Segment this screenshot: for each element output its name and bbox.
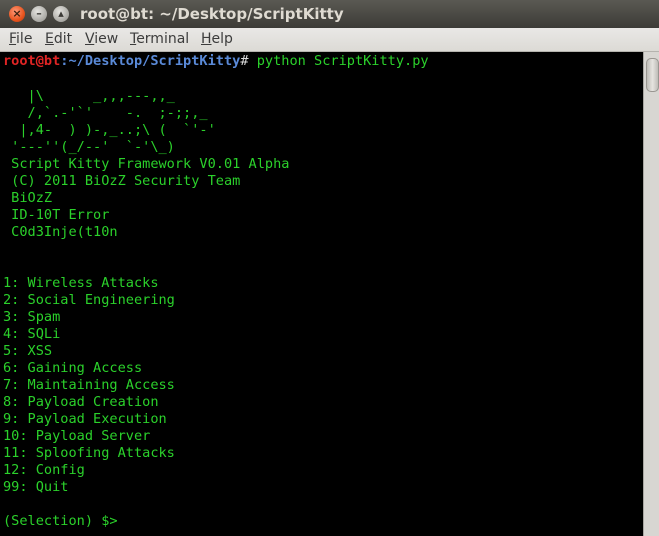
prompt-symbol: # [240, 53, 249, 69]
menu-terminal[interactable]: Terminal [130, 31, 189, 47]
menu-option: 9: Payload Execution [3, 411, 167, 427]
menu-option: 7: Maintaining Access [3, 377, 175, 393]
window-title: root@bt: ~/Desktop/ScriptKitty [80, 5, 344, 23]
command-text: python ScriptKitty.py [248, 53, 429, 69]
command-line: root@bt:~/Desktop/ScriptKitty# python Sc… [3, 53, 429, 70]
menu-file[interactable]: File [9, 31, 32, 47]
maximize-icon[interactable]: ▴ [53, 6, 69, 22]
menu-option: 10: Payload Server [3, 428, 151, 444]
banner-line: |\ _,,,---,,_ [3, 88, 175, 104]
banner-line: ID-10T Error [3, 207, 110, 223]
minimize-icon[interactable]: – [31, 6, 47, 22]
menu-option: 8: Payload Creation [3, 394, 159, 410]
banner-line: BiOzZ [3, 190, 53, 206]
banner-line: (C) 2011 BiOzZ Security Team [3, 173, 241, 189]
banner-line: Script Kitty Framework V0.01 Alpha [3, 156, 290, 172]
menu-option: 6: Gaining Access [3, 360, 143, 376]
menu-option: 99: Quit [3, 479, 69, 495]
prompt-path: :~/Desktop/ScriptKitty [60, 53, 241, 69]
menu-option: 1: Wireless Attacks [3, 275, 159, 291]
menu-bar: File Edit View Terminal Help [0, 28, 659, 52]
banner-line: C0d3Inje(t10n [3, 224, 118, 240]
vertical-scrollbar[interactable] [643, 52, 659, 536]
menu-option: 12: Config [3, 462, 85, 478]
prompt-user: root@bt [3, 53, 61, 69]
close-icon[interactable]: × [9, 6, 25, 22]
menu-option: 5: XSS [3, 343, 53, 359]
banner-line: /,`.-'`' -. ;-;;,_ [3, 105, 208, 121]
menu-help[interactable]: Help [201, 31, 233, 47]
terminal-output[interactable]: root@bt:~/Desktop/ScriptKitty# python Sc… [0, 52, 643, 536]
banner-line: |,4- ) )-,_..;\ ( `'-' [3, 122, 216, 138]
selection-prompt: (Selection) $> [3, 513, 118, 529]
scrollbar-thumb[interactable] [646, 58, 659, 92]
menu-option: 4: SQLi [3, 326, 61, 342]
menu-edit[interactable]: Edit [45, 31, 72, 47]
menu-option: 3: Spam [3, 309, 61, 325]
menu-option: 2: Social Engineering [3, 292, 175, 308]
menu-view[interactable]: View [85, 31, 118, 47]
banner-line: '---''(_/--' `-'\_) [3, 139, 175, 155]
menu-option: 11: Sploofing Attacks [3, 445, 175, 461]
terminal-window: × – ▴ root@bt: ~/Desktop/ScriptKitty Fil… [0, 0, 659, 536]
title-bar[interactable]: × – ▴ root@bt: ~/Desktop/ScriptKitty [0, 0, 659, 28]
